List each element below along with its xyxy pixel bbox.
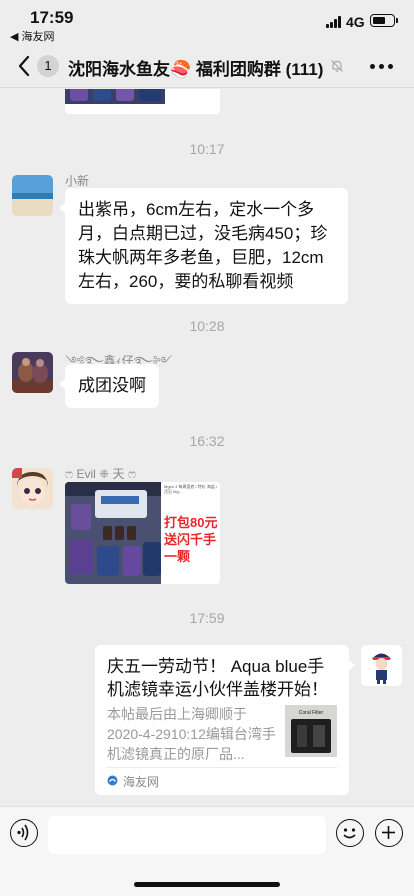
my-avatar[interactable] — [361, 645, 402, 686]
input-bar — [0, 806, 414, 896]
more-actions-button[interactable] — [375, 819, 403, 847]
link-source: 海友网 — [123, 775, 160, 789]
image-caption-small: Mgen 3 每周宽底 / 特价 海盐 / 活石 Mg... — [164, 484, 218, 494]
status-bar: 17:59 ◀ 海友网 4G — [0, 0, 414, 44]
voice-icon — [17, 824, 29, 841]
shared-link-card[interactable]: 庆五一劳动节！ Aqua blue手机滤镜幸运小伙伴盖楼开始！ 本帖最后由上海卿… — [95, 645, 355, 795]
link-description: 本帖最后由上海卿顺于2020-4-2910:12编辑台湾手机滤镜真正的原厂品..… — [107, 706, 276, 762]
message-bubble[interactable]: 成团没啊 — [59, 364, 159, 408]
voice-input-button[interactable] — [10, 819, 38, 847]
avatar[interactable] — [12, 352, 53, 393]
status-time: 17:59 — [30, 8, 74, 27]
emoji-button[interactable] — [336, 819, 364, 847]
battery-icon — [370, 14, 398, 27]
chat-header: 1 沈阳海水鱼友🍣 福利团购群 (111) — [0, 44, 414, 88]
timestamp: 16:32 — [189, 433, 225, 449]
unread-count-badge[interactable]: 1 — [37, 55, 59, 77]
source-logo-icon — [107, 775, 118, 786]
message-bubble[interactable]: 出紫吊，6cm左右，定水一个多月，白点期已过，没毛病450；珍珠大帆两年多老鱼，… — [59, 188, 348, 304]
avatar[interactable] — [12, 468, 53, 509]
timestamp: 10:28 — [189, 318, 225, 334]
timestamp: 10:17 — [189, 141, 225, 157]
back-to-app-link[interactable]: ◀ 海友网 — [10, 28, 55, 44]
signal-icon — [326, 16, 342, 28]
home-indicator — [134, 882, 280, 887]
sender-name: ෆ Evil ❈ 天 ෆ — [65, 467, 136, 481]
back-button[interactable] — [14, 53, 36, 79]
link-thumbnail: Coral Filter — [285, 705, 337, 757]
divider — [107, 767, 337, 768]
message-input[interactable] — [48, 816, 326, 854]
thumb-label: Coral Filter — [299, 710, 324, 716]
avatar[interactable] — [12, 175, 53, 216]
chat-title: 沈阳海水鱼友🍣 福利团购群 (111) — [68, 60, 324, 79]
network-type: 4G — [346, 14, 365, 30]
mute-bell-icon — [331, 60, 343, 72]
image-message[interactable]: Mgen 3 每周宽底 / 特价 海盐 / 活石 Mg... 打包80元送闪千手… — [65, 482, 220, 584]
more-options-icon[interactable] — [370, 64, 394, 70]
chat-messages[interactable]: 10:17 小新 出紫吊，6cm左右，定水一个多月，白点期已过，没毛病450；珍… — [0, 89, 414, 806]
timestamp: 17:59 — [189, 610, 225, 626]
link-title: 庆五一劳动节！ Aqua blue手机滤镜幸运小伙伴盖楼开始！ — [107, 657, 328, 699]
smiley-icon — [343, 828, 356, 839]
plus-icon — [382, 826, 395, 839]
image-promo-text: 打包80元送闪千手一颗 — [164, 515, 218, 564]
image-message-partial[interactable] — [65, 89, 220, 114]
sender-name: 小新 — [65, 174, 90, 188]
chevron-left-icon — [18, 55, 30, 77]
